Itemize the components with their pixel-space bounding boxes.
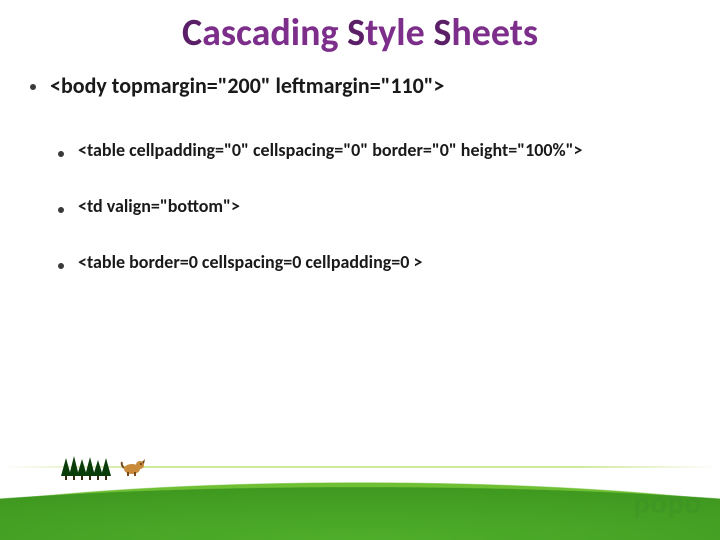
- dog-icon: [120, 455, 146, 482]
- title-cap-2: S: [347, 10, 365, 56]
- title-word-3: heets: [451, 10, 538, 56]
- bullet-1-text: <body topmargin="200" leftmargin="110">: [50, 72, 444, 99]
- bullet-3-text: <td valign="bottom">: [78, 195, 240, 217]
- bullet-list: <body topmargin="200" leftmargin="110"> …: [30, 72, 690, 307]
- bullet-dot-icon: [58, 263, 64, 269]
- watermark: popo: [634, 485, 702, 522]
- bullet-2: <table cellpadding="0" cellspacing="0" b…: [58, 139, 690, 161]
- title-word-2: tyle: [365, 10, 433, 56]
- trees-icon: [56, 454, 116, 480]
- bullet-4: <table border=0 cellspacing=0 cellpaddin…: [58, 251, 690, 273]
- bullet-dot-icon: [30, 84, 36, 90]
- bullet-1: <body topmargin="200" leftmargin="110">: [30, 72, 690, 99]
- slide-title: Cascading Style Sheets: [0, 10, 720, 56]
- bullet-2-text: <table cellpadding="0" cellspacing="0" b…: [78, 139, 582, 161]
- title-word-1: ascading: [202, 10, 347, 56]
- slide: Cascading Style Sheets <body topmargin="…: [0, 0, 720, 540]
- bullet-4-text: <table border=0 cellspacing=0 cellpaddin…: [78, 251, 422, 273]
- bullet-3: <td valign="bottom">: [58, 195, 690, 217]
- bullet-dot-icon: [58, 207, 64, 213]
- ground-decoration: popo: [0, 440, 720, 540]
- title-cap-1: C: [182, 10, 202, 56]
- title-cap-3: S: [433, 10, 451, 56]
- bullet-dot-icon: [58, 151, 64, 157]
